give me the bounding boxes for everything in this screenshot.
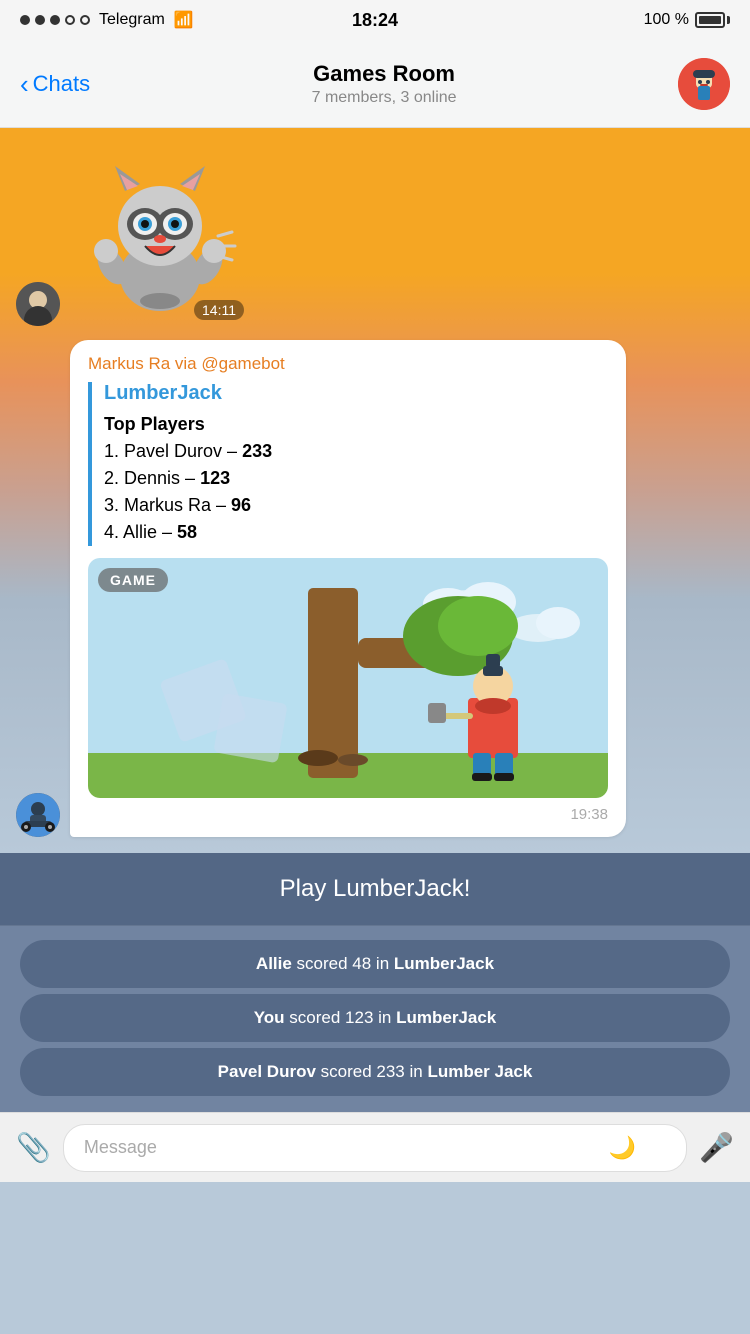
group-avatar[interactable] — [678, 58, 730, 110]
bubble-time: 19:38 — [88, 806, 608, 823]
back-button[interactable]: ‹ Chats — [20, 71, 90, 97]
signal-dot-4 — [65, 15, 75, 25]
battery-percentage: 100 % — [644, 11, 689, 29]
status-left: Telegram 📶 — [20, 10, 194, 30]
status-time: 18:24 — [352, 10, 398, 31]
sticker-message: 14:11 — [0, 138, 750, 334]
sender-avatar-1 — [16, 282, 60, 326]
microphone-icon[interactable]: 🎤 — [699, 1131, 734, 1164]
nav-title-block: Games Room 7 members, 3 online — [312, 61, 457, 107]
carrier-label: Telegram — [99, 11, 165, 29]
back-label[interactable]: Chats — [33, 71, 90, 97]
wifi-icon: 📶 — [174, 10, 194, 30]
signal-dot-2 — [35, 15, 45, 25]
score-pill-3[interactable]: Pavel Durov scored 233 in Lumber Jack — [20, 1048, 730, 1096]
play-button[interactable]: Play LumberJack! — [0, 853, 750, 926]
sender-avatar-2 — [16, 793, 60, 837]
message-input[interactable] — [84, 1137, 603, 1158]
bottom-section: Play LumberJack! Allie scored 48 in Lumb… — [0, 853, 750, 1112]
player-list: 1. Pavel Durov – 233 2. Dennis – 123 3. … — [104, 438, 608, 546]
gamebot-bubble: Markus Ra via @gamebot LumberJack Top Pl… — [70, 340, 626, 837]
signal-dot-3 — [50, 15, 60, 25]
signal-dot-5 — [80, 15, 90, 25]
top-players-label: Top Players — [104, 411, 608, 438]
sticker-time: 14:11 — [194, 300, 244, 320]
battery-icon — [695, 12, 730, 28]
signal-dot-1 — [20, 15, 30, 25]
attachment-icon[interactable]: 📎 — [16, 1131, 51, 1164]
gamebot-message-row: Markus Ra via @gamebot LumberJack Top Pl… — [0, 334, 750, 843]
status-bar: Telegram 📶 18:24 100 % — [0, 0, 750, 40]
nav-bar: ‹ Chats Games Room 7 members, 3 online — [0, 40, 750, 128]
status-right: 100 % — [644, 11, 730, 29]
game-title: LumberJack — [104, 382, 608, 405]
score-pill-1[interactable]: Allie scored 48 in LumberJack — [20, 940, 730, 988]
chat-background: 14:11 Markus Ra via @gamebot LumberJack — [0, 128, 750, 853]
game-badge: GAME — [98, 568, 168, 592]
chat-subtitle: 7 members, 3 online — [312, 89, 457, 107]
bubble-sender: Markus Ra via @gamebot — [88, 354, 608, 374]
sticker-wrap: 14:11 — [70, 146, 250, 326]
score-pill-2[interactable]: You scored 123 in LumberJack — [20, 994, 730, 1042]
message-input-wrap: 🌙 — [63, 1124, 687, 1172]
chat-title: Games Room — [312, 61, 457, 87]
emoji-icon[interactable]: 🌙 — [609, 1135, 636, 1161]
game-preview[interactable]: GAME — [88, 558, 608, 798]
input-bar: 📎 🌙 🎤 — [0, 1112, 750, 1182]
back-arrow-icon: ‹ — [20, 71, 29, 97]
